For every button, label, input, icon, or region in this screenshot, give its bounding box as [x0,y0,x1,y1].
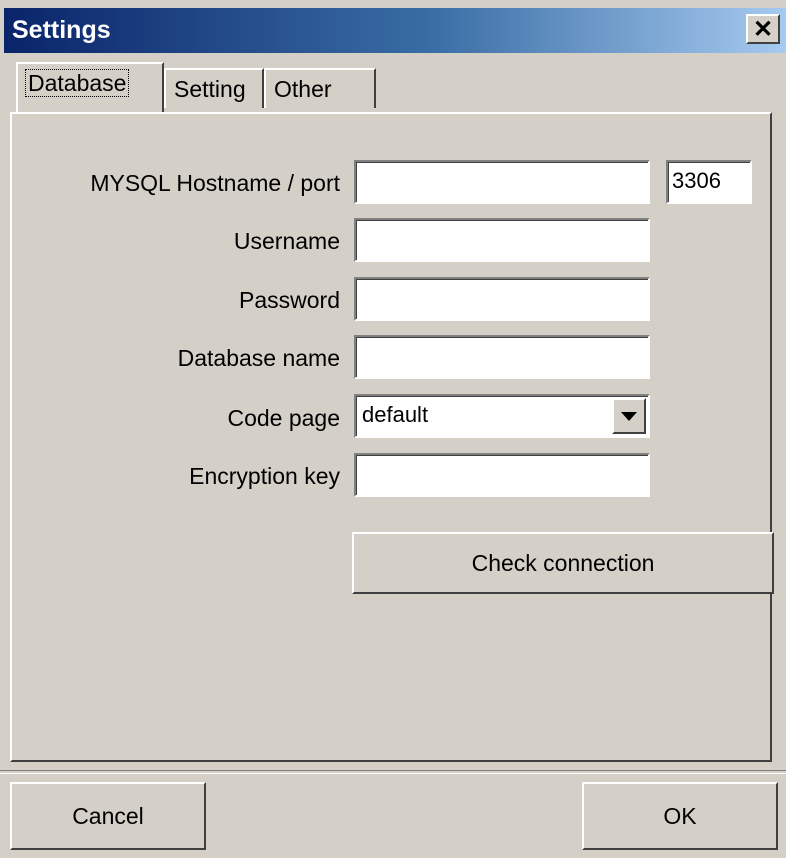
tab-setting[interactable]: Setting [164,68,264,108]
encryption-key-input[interactable] [354,453,650,497]
cancel-label: Cancel [72,802,144,829]
tab-database[interactable]: Database [16,62,164,112]
username-input[interactable] [354,218,650,262]
code-page-label: Code page [227,405,340,431]
title-bar[interactable]: Settings ✕ [4,8,786,53]
ok-label: OK [663,802,697,829]
check-connection-label: Check connection [471,549,655,576]
hostname-input[interactable] [354,160,650,204]
cancel-button[interactable]: Cancel [10,782,206,850]
tab-other[interactable]: Other [264,68,376,108]
check-connection-button[interactable]: Check connection [352,532,774,594]
footer-divider [0,770,786,774]
ok-button[interactable]: OK [582,782,778,850]
code-page-dropdown-button[interactable] [612,398,646,434]
password-label: Password [239,287,340,313]
encryption-key-label: Encryption key [189,463,340,489]
chevron-down-icon [621,411,637,421]
tab-database-label: Database [24,69,130,97]
database-name-input[interactable] [354,335,650,379]
username-label: Username [233,228,340,254]
settings-dialog: Settings ✕ Database Setting Other MYSQL … [0,0,786,858]
tab-setting-label: Setting [174,76,246,102]
tab-other-label: Other [274,76,332,102]
code-page-select[interactable]: default [354,394,650,438]
close-icon: ✕ [752,15,774,43]
tab-strip: Database Setting Other [10,60,770,112]
database-name-label: Database name [177,345,340,371]
password-input[interactable] [354,277,650,321]
hostname-label: MYSQL Hostname / port [90,170,340,196]
port-input[interactable]: 3306 [666,160,752,204]
code-page-value: default [362,402,429,427]
window-title: Settings [12,16,111,44]
close-button[interactable]: ✕ [746,14,780,44]
